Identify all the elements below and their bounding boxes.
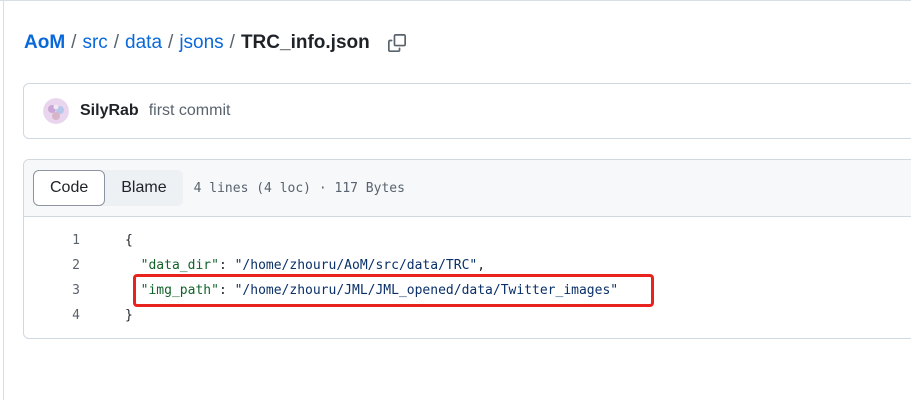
copy-icon (387, 34, 406, 52)
breadcrumb-data-link[interactable]: data (125, 32, 162, 54)
code-line: 4} (24, 303, 911, 328)
view-toggle: Code Blame (33, 170, 183, 206)
code-tab[interactable]: Code (33, 170, 106, 206)
breadcrumb-separator: / (229, 32, 235, 53)
line-number[interactable]: 3 (24, 283, 80, 298)
json-punctuation: } (125, 308, 133, 323)
json-string: "/home/zhouru/AoM/src/data/TRC" (234, 258, 478, 273)
breadcrumb-src-link[interactable]: src (82, 32, 107, 54)
left-divider (3, 0, 4, 400)
breadcrumb-separator: / (71, 32, 77, 53)
line-number[interactable]: 2 (24, 258, 80, 273)
json-key: "img_path" (140, 283, 219, 298)
line-number[interactable]: 1 (24, 233, 80, 248)
json-punctuation (125, 283, 141, 298)
breadcrumb-file-name: TRC_info.json (240, 32, 370, 53)
json-key: "data_dir" (140, 258, 219, 273)
code-area: 1{2 "data_dir": "/home/zhouru/AoM/src/da… (24, 217, 911, 328)
code-line: 3 "img_path": "/home/zhouru/JML/JML_open… (24, 278, 911, 303)
code-line: 1{ (24, 228, 911, 253)
json-punctuation (125, 258, 141, 273)
page: AoM / src / data / jsons / TRC_info.json… (0, 0, 911, 400)
breadcrumb-jsons-link[interactable]: jsons (179, 32, 223, 54)
json-punctuation: { (125, 233, 133, 248)
avatar-image (43, 98, 69, 124)
breadcrumb-separator: / (113, 32, 120, 53)
line-content: "img_path": "/home/zhouru/JML/JML_opened… (125, 283, 618, 298)
json-string: "/home/zhouru/JML/JML_opened/data/Twitte… (234, 283, 619, 298)
file-viewer: Code Blame 4 lines (4 loc) · 117 Bytes 1… (23, 159, 911, 339)
breadcrumb: AoM / src / data / jsons / TRC_info.json (24, 30, 408, 56)
breadcrumb-repo-link[interactable]: AoM (24, 32, 65, 54)
top-divider (0, 0, 911, 1)
line-content: "data_dir": "/home/zhouru/AoM/src/data/T… (125, 258, 485, 273)
copy-path-button[interactable] (386, 32, 408, 54)
code-line: 2 "data_dir": "/home/zhouru/AoM/src/data… (24, 253, 911, 278)
blame-tab[interactable]: Blame (105, 170, 182, 206)
commit-author[interactable]: SilyRab (80, 102, 139, 120)
avatar[interactable] (43, 98, 69, 124)
file-header: Code Blame 4 lines (4 loc) · 117 Bytes (24, 160, 911, 217)
line-content: { (125, 233, 133, 248)
line-number[interactable]: 4 (24, 308, 80, 323)
line-content: } (125, 308, 133, 323)
json-punctuation: , (477, 258, 486, 273)
json-punctuation: : (218, 258, 235, 273)
latest-commit-box: SilyRab first commit (23, 83, 911, 139)
breadcrumb-separator: / (168, 32, 174, 53)
file-meta: 4 lines (4 loc) · 117 Bytes (193, 180, 405, 196)
commit-message[interactable]: first commit (149, 102, 231, 120)
json-punctuation: : (218, 283, 235, 298)
